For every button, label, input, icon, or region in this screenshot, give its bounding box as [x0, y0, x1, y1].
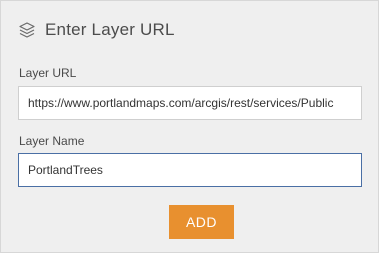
layer-name-input[interactable] — [18, 153, 362, 187]
layer-name-label: Layer Name — [19, 134, 85, 148]
panel-title: Enter Layer URL — [45, 20, 175, 39]
add-button[interactable]: ADD — [169, 205, 234, 239]
enter-layer-url-panel: Enter Layer URL Layer URL Layer Name ADD — [0, 0, 379, 253]
panel-header: Enter Layer URL — [18, 20, 175, 40]
layers-icon — [18, 21, 36, 39]
layer-url-label: Layer URL — [19, 66, 77, 80]
layer-url-input[interactable] — [18, 86, 362, 120]
